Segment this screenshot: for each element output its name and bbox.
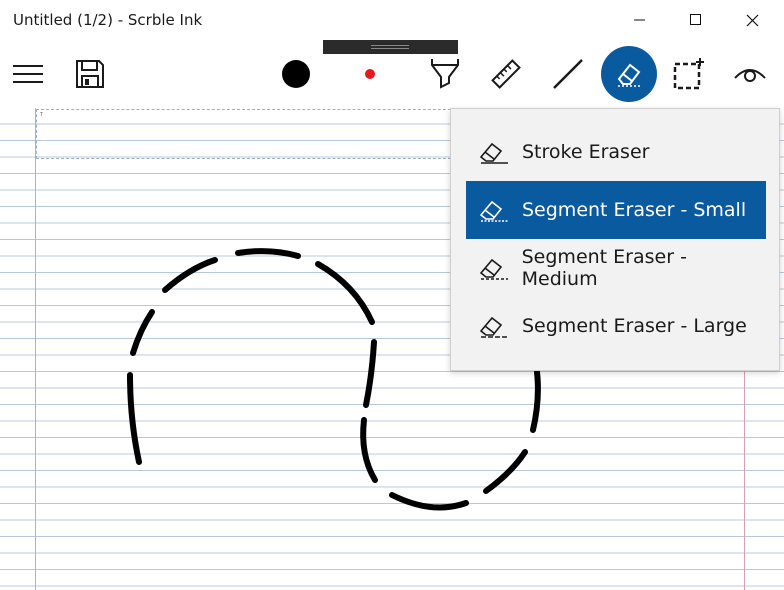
ink-stroke [530, 369, 541, 433]
menu-item-label: Segment Eraser - Large [522, 315, 747, 337]
eraser-icon [478, 252, 510, 284]
eraser-menu: Stroke Eraser Segment Eraser - Small Seg… [450, 108, 780, 371]
menu-item-label: Segment Eraser - Small [522, 199, 747, 221]
menu-item-stroke-eraser[interactable]: Stroke Eraser [466, 123, 766, 181]
menu-item-segment-eraser-medium[interactable]: Segment Eraser - Medium [466, 239, 766, 297]
ink-stroke [483, 449, 528, 494]
ink-stroke [315, 261, 375, 325]
menu-item-label: Segment Eraser - Medium [521, 246, 687, 290]
ink-stroke [162, 257, 218, 293]
eraser-icon [478, 136, 510, 168]
ink-stroke [360, 417, 378, 483]
ink-stroke [389, 492, 469, 511]
menu-item-segment-eraser-large[interactable]: Segment Eraser - Large [466, 297, 766, 355]
ink-stroke [235, 248, 301, 259]
ink-stroke [127, 372, 142, 465]
eraser-icon [478, 310, 510, 342]
eraser-icon [478, 194, 510, 226]
menu-item-segment-eraser-small[interactable]: Segment Eraser - Small [466, 181, 766, 239]
ink-stroke [130, 309, 155, 356]
menu-item-label: Stroke Eraser [522, 141, 650, 163]
ink-stroke [363, 339, 377, 408]
